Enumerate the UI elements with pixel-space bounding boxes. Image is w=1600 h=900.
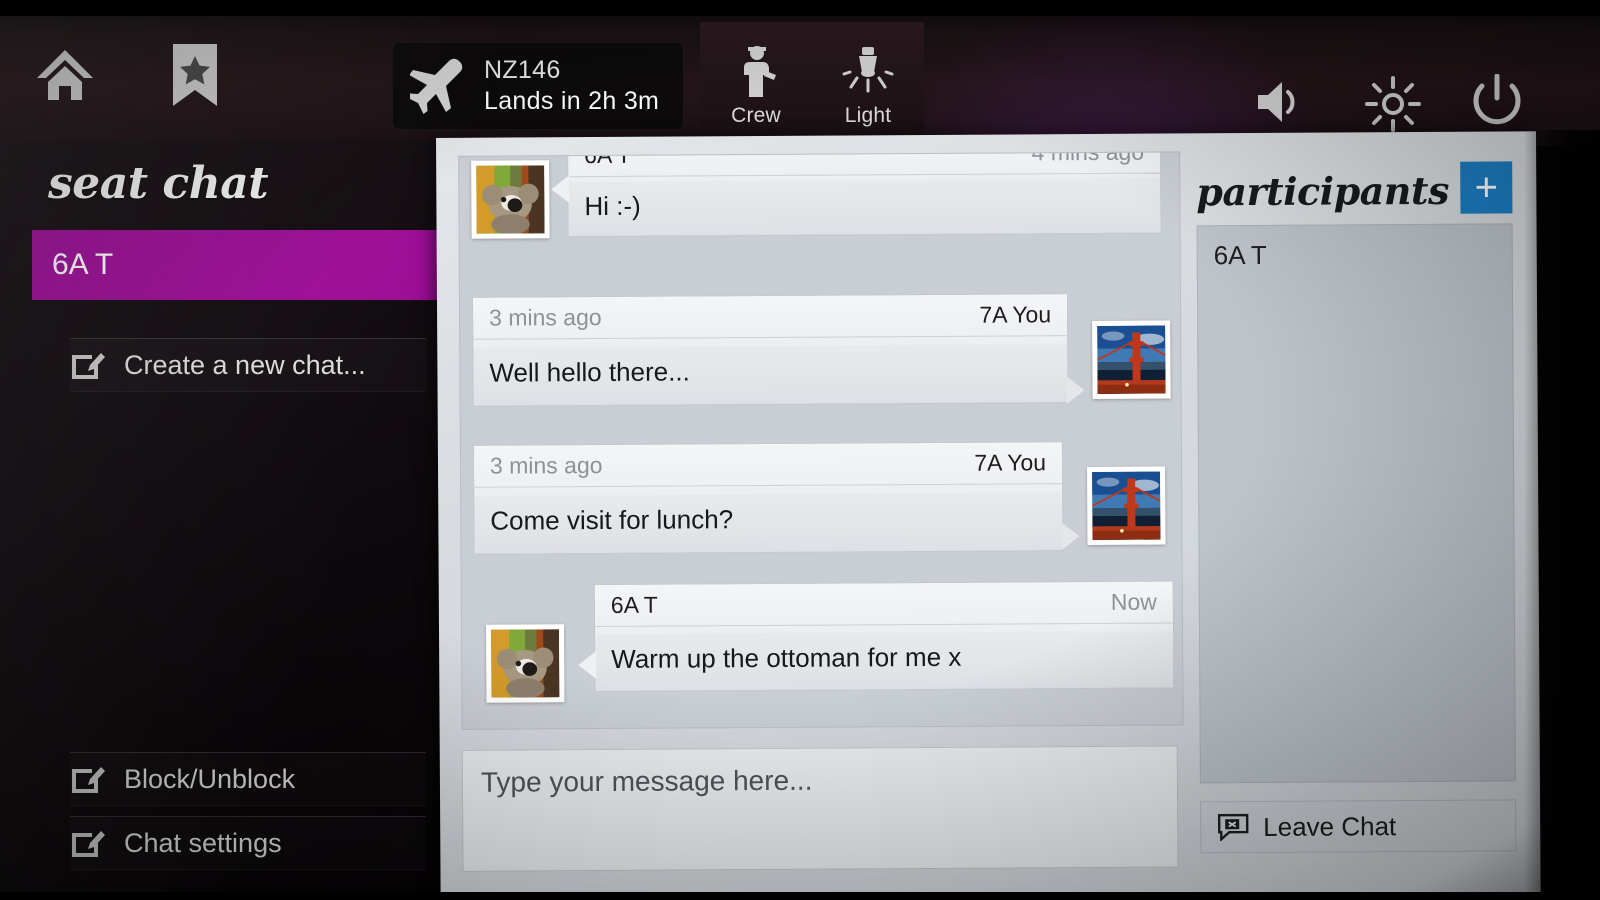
message-bubble[interactable]: 6A T 4 mins ago Hi :-) xyxy=(551,151,1162,238)
volume-button[interactable] xyxy=(1244,74,1314,130)
edit-icon xyxy=(70,763,106,795)
koala-avatar xyxy=(491,629,560,698)
sidebar-item-create-new-chat[interactable]: Create a new chat... xyxy=(70,338,426,392)
message-sender: 7A You xyxy=(974,449,1047,476)
message-text: Hi :-) xyxy=(584,190,641,222)
light-label: Light xyxy=(844,103,892,127)
message-time: 3 mins ago xyxy=(489,451,603,479)
sidebar-item-label: Chat settings xyxy=(124,827,282,858)
ife-screen: NZ146 Lands in 2h 3m Crew Light seat cha… xyxy=(0,0,1600,900)
power-button[interactable] xyxy=(1462,72,1532,134)
message-time: Now xyxy=(1110,588,1157,615)
speaker-icon xyxy=(1252,78,1306,126)
sidebar-item-block-unblock[interactable]: Block/Unblock xyxy=(70,752,426,806)
light-button[interactable]: Light xyxy=(812,22,924,146)
bookmark-button[interactable] xyxy=(160,40,230,110)
message-bubble[interactable]: 6A T Now Warm up the ottoman for me x xyxy=(578,580,1175,693)
bubble-tail xyxy=(1066,376,1085,405)
leave-chat-label: Leave Chat xyxy=(1263,810,1397,842)
add-participant-button[interactable]: + xyxy=(1460,161,1513,214)
message-list[interactable]: 6A T 4 mins ago Hi :-) 3 mins ago 7A You… xyxy=(458,151,1184,730)
message-text: Come visit for lunch? xyxy=(490,503,734,536)
crew-button[interactable]: Crew xyxy=(700,22,812,146)
participants-panel: participants + 6A T Leave Chat xyxy=(1196,149,1517,867)
flight-info[interactable]: NZ146 Lands in 2h 3m xyxy=(392,42,684,130)
power-icon xyxy=(1469,74,1525,132)
message-row: 3 mins ago 7A You Well hello there... xyxy=(471,293,1171,407)
bezel-top xyxy=(0,0,1600,16)
seat-chat-sidebar: seat chat 6A T Create a new chat... Bloc… xyxy=(0,140,440,900)
message-time: 4 mins ago xyxy=(1031,151,1145,166)
brightness-sun-icon xyxy=(1365,76,1421,132)
avatar[interactable] xyxy=(485,624,565,703)
airplane-icon xyxy=(410,58,468,114)
sidebar-item-chat-settings[interactable]: Chat settings xyxy=(70,816,426,870)
leave-chat-icon xyxy=(1217,813,1249,842)
flight-eta: Lands in 2h 3m xyxy=(484,87,660,115)
bezel-bottom xyxy=(0,892,1600,900)
message-text: Well hello there... xyxy=(489,355,690,388)
sidebar-item-label: Block/Unblock xyxy=(124,763,296,794)
message-sender: 6A T xyxy=(584,151,632,169)
golden-gate-avatar xyxy=(1097,325,1166,394)
page-title: seat chat xyxy=(48,158,269,209)
message-bubble[interactable]: 3 mins ago 7A You Come visit for lunch? xyxy=(472,441,1080,555)
sidebar-item-chat-6a-t[interactable]: 6A T xyxy=(32,230,440,300)
participants-title: participants xyxy=(1196,167,1450,215)
crew-label: Crew xyxy=(731,103,781,127)
home-button[interactable] xyxy=(28,42,102,108)
bubble-tail xyxy=(578,651,597,680)
bookmark-star-icon xyxy=(169,42,221,108)
message-input[interactable]: Type your message here... xyxy=(461,745,1179,872)
message-text: Warm up the ottoman for me x xyxy=(611,641,962,674)
avatar[interactable] xyxy=(471,160,550,239)
plus-icon: + xyxy=(1474,165,1499,210)
koala-avatar xyxy=(476,165,545,234)
message-sender: 6A T xyxy=(610,591,658,618)
message-input-placeholder: Type your message here... xyxy=(480,764,813,798)
crew-icon xyxy=(732,45,780,99)
avatar[interactable] xyxy=(1092,320,1171,399)
edit-icon xyxy=(70,349,106,381)
reading-light-icon xyxy=(842,45,894,99)
participants-list[interactable]: 6A T xyxy=(1196,223,1516,784)
home-icon xyxy=(34,46,96,104)
sidebar-item-label: Create a new chat... xyxy=(124,349,366,380)
message-row: 6A T 4 mins ago Hi :-) xyxy=(471,151,1162,239)
message-row: 3 mins ago 7A You Come visit for lunch? xyxy=(472,441,1172,555)
message-time: 3 mins ago xyxy=(489,303,602,331)
brightness-button[interactable] xyxy=(1358,74,1428,134)
sidebar-selected-chat-label: 6A T xyxy=(52,248,114,281)
list-item[interactable]: 6A T xyxy=(1214,239,1496,272)
bubble-tail xyxy=(551,175,570,204)
message-row: 6A T Now Warm up the ottoman for me x xyxy=(485,580,1177,703)
golden-gate-avatar xyxy=(1092,471,1161,540)
leave-chat-button[interactable]: Leave Chat xyxy=(1200,799,1517,854)
edit-icon xyxy=(70,827,106,859)
avatar[interactable] xyxy=(1087,466,1166,546)
top-bar: NZ146 Lands in 2h 3m Crew Light xyxy=(0,0,1600,146)
message-sender: 7A You xyxy=(979,301,1052,328)
message-bubble[interactable]: 3 mins ago 7A You Well hello there... xyxy=(471,293,1085,407)
bubble-tail xyxy=(1061,522,1080,551)
chat-window: 6A T 4 mins ago Hi :-) 3 mins ago 7A You… xyxy=(436,131,1541,900)
flight-number: NZ146 xyxy=(484,55,561,84)
